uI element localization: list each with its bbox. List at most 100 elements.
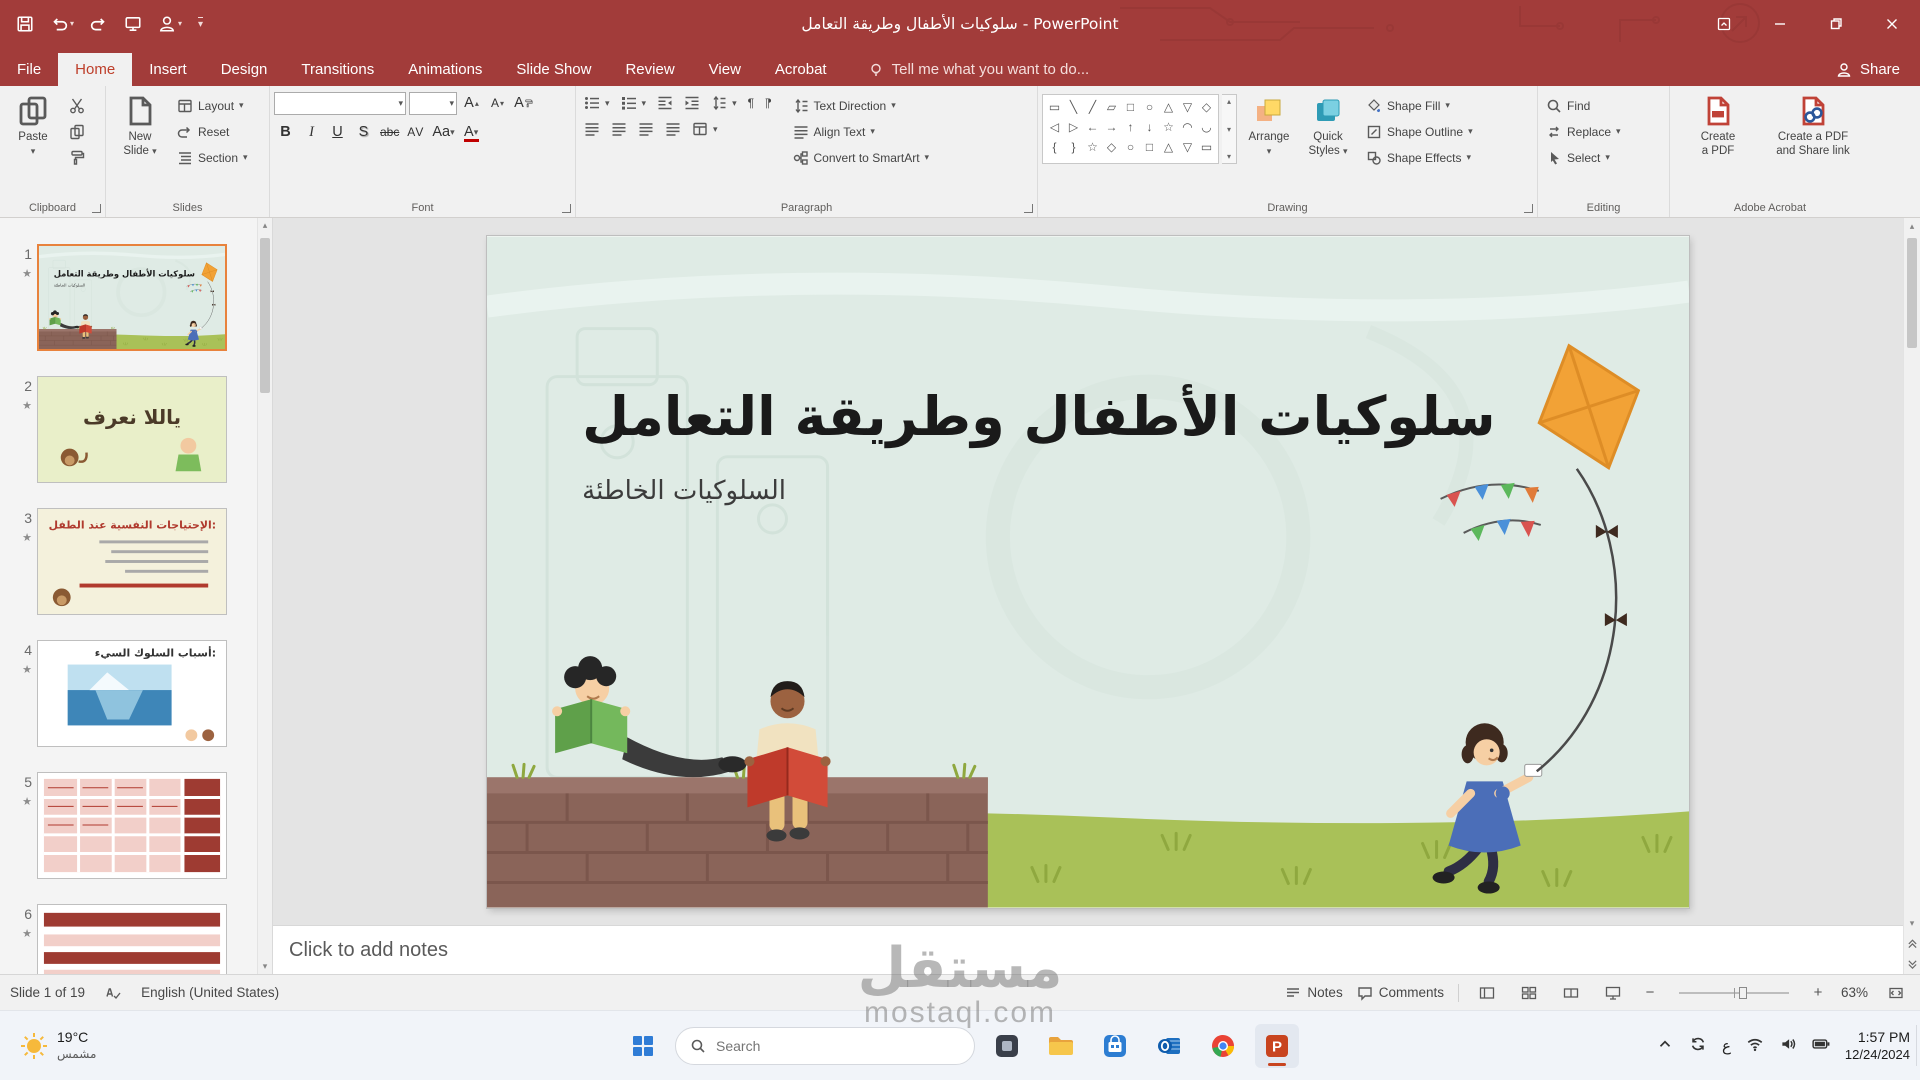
clear-formatting-button[interactable]: A [512,92,535,115]
align-right-button[interactable] [634,118,658,141]
shape-diamond-icon[interactable]: ◇ [1202,100,1211,114]
animation-star-icon[interactable]: ★ [22,399,32,412]
taskbar-chrome[interactable] [1201,1024,1245,1068]
shape-arrow-down-icon[interactable]: ↓ [1147,120,1153,134]
select-button[interactable]: Select▾ [1542,146,1625,169]
thumb-scroll-up-icon[interactable]: ▴ [263,220,268,231]
zoom-in-button[interactable]: + [1809,984,1827,1001]
line-spacing-button[interactable]: ▾ [707,92,741,115]
paste-button[interactable]: Paste ▾ [4,90,62,197]
shape-oval-icon[interactable]: ○ [1146,100,1153,114]
arrange-button[interactable]: Arrange ▾ [1240,90,1298,197]
right-to-left-button[interactable]: ¶ [761,92,775,115]
zoom-out-button[interactable]: − [1641,984,1659,1001]
main-scroll-up-icon[interactable]: ▴ [1910,221,1915,232]
shape-line-icon[interactable]: ╲ [1070,100,1077,114]
ribbon-display-options-button[interactable] [1696,0,1752,47]
underline-button[interactable]: U [326,121,349,144]
shape-triangle-icon[interactable]: △ [1164,100,1173,114]
account-button[interactable]: ▾ [158,15,182,33]
shapes-scroll-down-icon[interactable]: ▾ [1227,125,1231,134]
font-size-dropdown-icon[interactable]: ▾ [449,98,454,109]
slide-title[interactable]: سلوكيات الأطفال وطريقة التعامل [582,384,1495,448]
tab-slide-show[interactable]: Slide Show [499,53,608,86]
account-dropdown-icon[interactable]: ▾ [178,19,182,28]
align-center-button[interactable] [607,118,631,141]
change-case-button[interactable]: Aa▾ [430,121,456,144]
taskbar-file-explorer[interactable] [1039,1024,1083,1068]
thumbnail-scrollbar[interactable]: ▴ ▾ [257,218,272,974]
tell-me-box[interactable]: Tell me what you want to do... [868,53,1090,86]
shape-brace-right-icon[interactable]: } [1071,140,1075,154]
tab-acrobat[interactable]: Acrobat [758,53,844,86]
restore-button[interactable] [1808,0,1864,47]
reset-button[interactable]: Reset [173,120,252,143]
notes-toggle-button[interactable]: Notes [1285,985,1342,1001]
text-direction-button[interactable]: Text Direction▾ [789,94,934,117]
font-size-input[interactable] [412,96,449,110]
shape-arrow-right-icon[interactable]: → [1106,120,1118,134]
notes-placeholder[interactable]: Click to add notes [289,939,448,962]
zoom-slider[interactable] [1679,992,1789,994]
comments-toggle-button[interactable]: Comments [1357,985,1444,1001]
taskbar-powerpoint[interactable]: P [1255,1024,1299,1068]
main-scrollbar[interactable]: ▴ ▾ [1903,218,1920,974]
next-slide-button[interactable] [1906,958,1919,971]
character-spacing-button[interactable]: AV [404,121,427,144]
shape-triangle2-icon[interactable]: △ [1164,140,1173,154]
animation-star-icon[interactable]: ★ [22,795,32,808]
slide-thumbnail-1[interactable]: سلوكيات الأطفال وطريقة التعامل السلوكيات… [37,244,227,351]
tab-file[interactable]: File [0,53,58,86]
font-size-combo[interactable]: ▾ [409,92,457,115]
shape-star-icon[interactable]: ☆ [1163,120,1174,134]
zoom-slider-thumb[interactable] [1739,987,1747,999]
search-input[interactable] [716,1038,960,1054]
shape-arrow-up-icon[interactable]: ↑ [1128,120,1134,134]
create-pdf-button[interactable]: Create a PDF [1674,90,1762,197]
customize-qat-button[interactable]: ▾ [198,17,203,30]
shape-rectangle-icon[interactable]: ▭ [1049,100,1060,114]
layout-button[interactable]: Layout▾ [173,94,252,117]
quick-styles-button[interactable]: Quick Styles ▾ [1301,90,1355,197]
animation-star-icon[interactable]: ★ [22,531,32,544]
reading-view-button[interactable] [1557,981,1585,1005]
paste-dropdown-icon[interactable]: ▾ [31,144,36,158]
align-left-button[interactable] [580,118,604,141]
font-name-input[interactable] [277,96,398,110]
tab-review[interactable]: Review [608,53,691,86]
slide-canvas[interactable]: سلوكيات الأطفال وطريقة التعامل السلوكيات… [487,236,1689,908]
show-desktop-button[interactable] [1916,1025,1920,1066]
fit-slide-button[interactable] [1882,981,1910,1005]
animation-star-icon[interactable]: ★ [22,663,32,676]
bullets-button[interactable]: ▾ [580,92,614,115]
shape-triangle-down-icon[interactable]: ▽ [1183,100,1192,114]
drawing-dialog-launcher[interactable] [1524,204,1533,213]
shape-arc-icon[interactable]: ◠ [1182,120,1192,134]
slide-thumbnail-5[interactable] [37,772,227,879]
copy-button[interactable] [65,120,89,143]
justify-button[interactable] [661,118,685,141]
shape-square2-icon[interactable]: □ [1146,140,1153,154]
notes-pane[interactable]: Click to add notes [273,925,1903,974]
tab-design[interactable]: Design [204,53,285,86]
taskbar-search-box[interactable] [675,1027,975,1065]
shape-fill-button[interactable]: Shape Fill▾ [1362,94,1477,117]
format-painter-button[interactable] [65,146,89,169]
section-button[interactable]: Section▾ [173,146,252,169]
find-button[interactable]: Find [1542,94,1625,117]
font-name-dropdown-icon[interactable]: ▾ [398,98,403,109]
hidden-icons-button[interactable] [1656,1035,1674,1056]
sync-tray-button[interactable] [1689,1035,1707,1056]
start-button[interactable] [621,1024,665,1068]
save-button[interactable] [16,15,34,33]
previous-slide-button[interactable] [1906,937,1919,950]
tab-view[interactable]: View [692,53,758,86]
weather-widget[interactable]: 19°C مشمس [10,1011,106,1080]
shapes-gallery[interactable]: ▭ ╲ ╱ ▱ □ ○ △ ▽ ◇ ◁ ▷ ← → ↑ ↓ ☆ ◠ ◡ { } … [1042,94,1219,164]
thumb-scroll-down-icon[interactable]: ▾ [263,961,268,972]
normal-view-button[interactable] [1473,981,1501,1005]
new-slide-button[interactable]: New Slide ▾ [110,90,170,197]
shapes-gallery-more-icon[interactable]: ▾ [1227,152,1231,161]
shape-diamond2-icon[interactable]: ◇ [1107,140,1116,154]
slideshow-view-button[interactable] [1599,981,1627,1005]
